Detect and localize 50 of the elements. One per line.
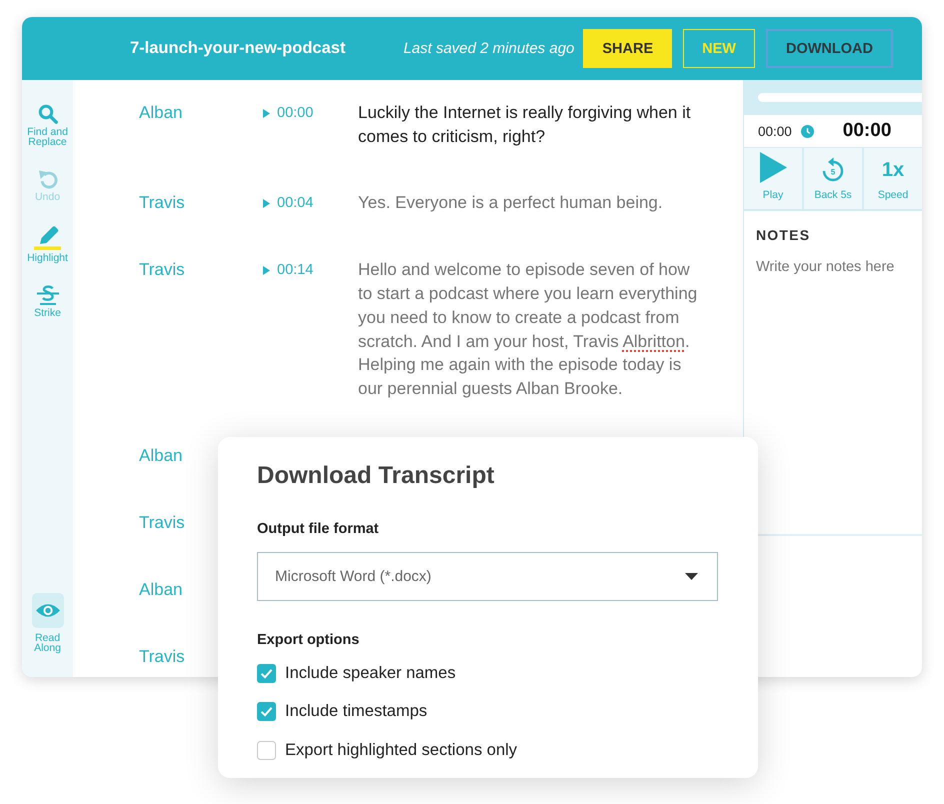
download-button[interactable]: DOWNLOAD xyxy=(766,29,893,68)
timestamp-link[interactable]: 00:04 xyxy=(263,191,314,216)
save-status: Last saved 2 minutes ago xyxy=(403,40,574,57)
strike-button[interactable]: Strike xyxy=(22,285,72,318)
option-label[interactable]: Export highlighted sections only xyxy=(285,740,518,760)
speaker-name: Travis xyxy=(139,512,185,534)
play-icon xyxy=(760,152,786,183)
transcript-text: Luckily the Internet is really forgiving when it comes to criticism, right? xyxy=(358,102,692,148)
speaker-name: Travis xyxy=(139,192,185,214)
current-time: 00:00 xyxy=(842,120,892,142)
transcript-text: Hello and welcome to episode seven of how to start a podcast where you learn everything you need to know to create a podcast from scratch. And I am your host, Travis Albritton. Helping me again with the episode today is our perennial guests Alban Brooke. xyxy=(358,259,698,400)
checkbox[interactable] xyxy=(257,664,276,682)
field-label: Output file format xyxy=(257,520,380,539)
play-icon xyxy=(263,266,270,275)
elapsed-time: 00:00 xyxy=(758,124,792,138)
dialog-title: Download Transcript xyxy=(257,461,496,491)
speaker-name: Travis xyxy=(139,646,185,668)
search-icon xyxy=(38,104,58,124)
checkbox[interactable] xyxy=(257,740,276,760)
option-label[interactable]: Include timestamps xyxy=(285,702,428,721)
clock-icon xyxy=(800,124,814,138)
play-button[interactable]: Play xyxy=(744,148,804,211)
option-label[interactable]: Include speaker names xyxy=(285,664,456,682)
timestamp-link[interactable]: 00:14 xyxy=(263,258,314,282)
find-replace-button[interactable]: Find and Replace xyxy=(22,104,72,147)
notes-heading: NOTES xyxy=(756,226,812,244)
speaker-name: Alban xyxy=(139,578,182,601)
transcript-text: Yes. Everyone is a perfect human being. xyxy=(358,192,664,214)
read-along-button[interactable]: Read Along xyxy=(22,593,72,653)
share-button[interactable]: SHARE xyxy=(583,29,672,68)
format-select[interactable]: Microsoft Word (*.docx) xyxy=(257,552,718,601)
document-title: 7-launch-your-new-podcast xyxy=(130,39,346,58)
strikethrough-icon xyxy=(36,285,60,305)
pencil-icon xyxy=(34,224,61,250)
notes-field[interactable]: Write your notes here xyxy=(756,259,910,534)
section-label: Export options xyxy=(257,631,360,650)
progress-track[interactable] xyxy=(758,93,922,102)
undo-icon xyxy=(38,169,58,189)
speaker-name: Alban xyxy=(139,444,182,467)
timestamp-link[interactable]: 00:00 xyxy=(263,101,314,125)
checkbox[interactable] xyxy=(257,702,276,721)
speaker-name: Travis xyxy=(139,259,185,282)
speaker-name: Alban xyxy=(139,102,182,124)
highlight-button[interactable]: Highlight xyxy=(22,224,72,263)
back-button[interactable]: 5 Back 5s xyxy=(804,148,864,211)
caret-icon xyxy=(685,573,698,580)
speed-value: 1x xyxy=(882,158,904,183)
new-button[interactable]: NEW xyxy=(683,29,755,68)
play-icon xyxy=(263,108,270,118)
play-icon xyxy=(263,198,270,208)
